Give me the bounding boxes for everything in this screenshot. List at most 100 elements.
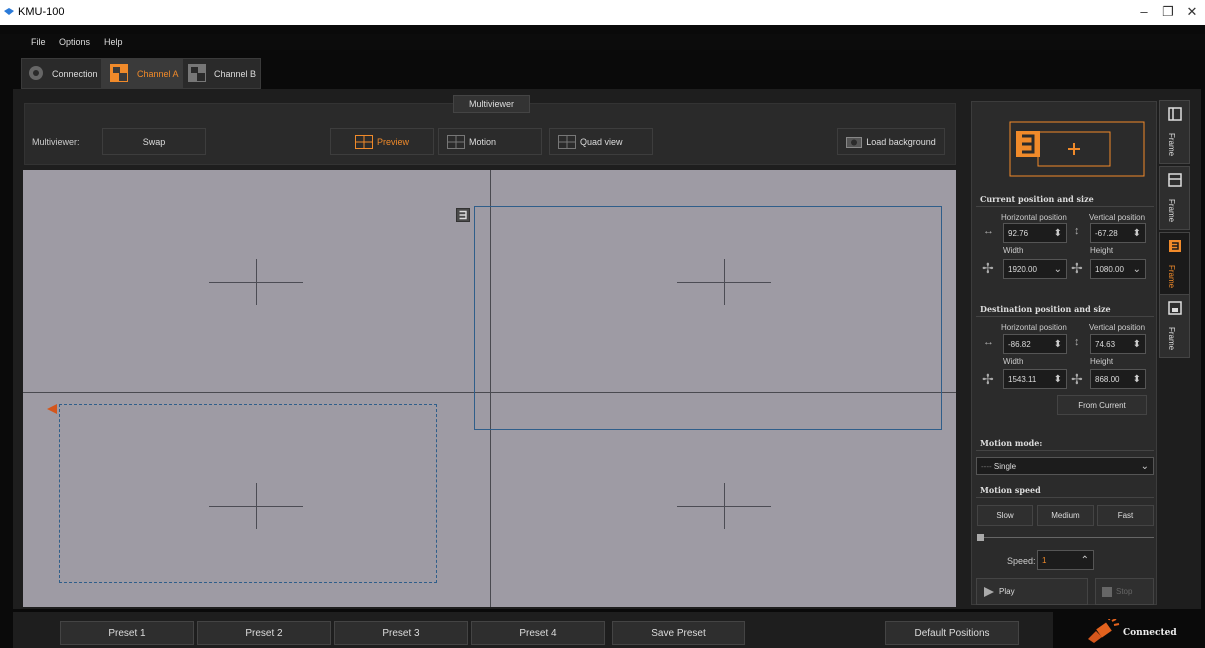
restore-button[interactable]: ❐	[1160, 4, 1176, 20]
preset-2-button[interactable]: Preset 2	[197, 621, 331, 645]
horizontal-arrow-icon: ↔	[983, 336, 994, 348]
stop-button[interactable]: Stop	[1095, 578, 1154, 605]
preset-3-label: Preset 3	[382, 627, 420, 639]
spin-icon[interactable]: ⬍	[1133, 224, 1141, 243]
tab-channel-b-label: Channel B	[214, 69, 257, 79]
current-h-value: 92.76	[1008, 229, 1029, 238]
speed-slider-track[interactable]	[977, 537, 1154, 538]
spin-icon[interactable]: ⬍	[1133, 335, 1141, 354]
grid-icon	[558, 134, 576, 149]
current-height-value: 1080.00	[1095, 265, 1124, 274]
load-background-button[interactable]: Load background	[837, 128, 945, 155]
current-height-input[interactable]: 1080.00 ⌄	[1090, 259, 1146, 279]
dest-height-label: Height	[1090, 357, 1114, 366]
chevron-up-icon[interactable]: ⌃	[1081, 551, 1089, 570]
channel-b-icon	[188, 64, 206, 82]
side-tab-frame-3[interactable]: Frame	[1159, 232, 1190, 296]
tab-channel-a[interactable]: Channel A	[102, 58, 182, 89]
grid-icon	[354, 134, 373, 149]
dest-h-label: Horizontal position	[1001, 323, 1067, 332]
save-preset-button[interactable]: Save Preset	[612, 621, 745, 645]
app-logo-icon	[4, 8, 14, 15]
vertical-arrow-icon: ↕	[1074, 336, 1080, 348]
side-tab-label: Frame	[1167, 265, 1176, 289]
preset-1-label: Preset 1	[108, 627, 146, 639]
channel-a-icon	[110, 64, 128, 82]
current-height-label: Height	[1090, 246, 1114, 255]
horizontal-arrow-icon: ↔	[983, 225, 994, 237]
side-tab-frame-2[interactable]: Frame	[1159, 166, 1190, 230]
dest-v-value: 74.63	[1095, 340, 1116, 349]
from-current-label: From Current	[1078, 400, 1126, 410]
load-background-label: Load background	[866, 136, 936, 147]
current-h-input[interactable]: 92.76 ⬍	[1003, 223, 1067, 243]
minimize-button[interactable]: –	[1136, 4, 1152, 20]
preset-3-button[interactable]: Preset 3	[334, 621, 468, 645]
motion-speed-heading: Motion speed	[976, 482, 1154, 498]
speed-input[interactable]: 1 ⌃	[1037, 550, 1094, 570]
multiviewer-canvas[interactable]	[23, 170, 956, 607]
move-icon: ✢	[982, 371, 994, 387]
spin-icon[interactable]: ⬍	[1054, 224, 1062, 243]
dest-height-value: 868.00	[1095, 375, 1120, 384]
quad-view-label: Quad view	[580, 136, 623, 147]
swap-button[interactable]: Swap	[102, 128, 206, 155]
medium-button[interactable]: Medium	[1037, 505, 1094, 526]
dest-height-input[interactable]: 868.00 ⬍	[1090, 369, 1146, 389]
fast-button[interactable]: Fast	[1097, 505, 1154, 526]
play-icon	[984, 586, 994, 597]
motion-mode-select[interactable]: ---- Single ⌄	[976, 457, 1154, 475]
stop-label: Stop	[1116, 587, 1133, 596]
spin-icon[interactable]: ⬍	[1054, 335, 1062, 354]
stop-icon	[1102, 586, 1112, 597]
chevron-down-icon[interactable]: ⌄	[1133, 260, 1141, 279]
preview-button[interactable]: Preview	[330, 128, 434, 155]
side-tab-frame-1[interactable]: Frame	[1159, 100, 1190, 164]
close-button[interactable]: ✕	[1184, 4, 1200, 20]
side-tab-frame-4[interactable]: Frame	[1159, 294, 1190, 358]
camera-icon	[846, 136, 863, 148]
dest-v-input[interactable]: 74.63 ⬍	[1090, 334, 1146, 354]
preset-4-button[interactable]: Preset 4	[471, 621, 605, 645]
dest-h-input[interactable]: -86.82 ⬍	[1003, 334, 1067, 354]
menu-options[interactable]: Options	[59, 37, 90, 47]
spin-icon[interactable]: ⬍	[1054, 370, 1062, 389]
frame-marker-icon	[456, 208, 470, 222]
multiviewer-tab[interactable]: Multiviewer	[453, 95, 530, 113]
slow-label: Slow	[996, 511, 1014, 520]
current-v-input[interactable]: -67.28 ⬍	[1090, 223, 1146, 243]
dest-v-label: Vertical position	[1089, 323, 1146, 332]
move-icon: ✢	[1071, 371, 1083, 387]
multiviewer-label: Multiviewer:	[32, 137, 80, 147]
current-width-input[interactable]: 1920.00 ⌄	[1003, 259, 1067, 279]
connection-plug-icon	[1088, 619, 1120, 643]
slow-button[interactable]: Slow	[977, 505, 1033, 526]
speed-label: Speed:	[1007, 556, 1036, 566]
frame-icon	[1168, 301, 1182, 315]
menu-file[interactable]: File	[31, 37, 46, 47]
tab-connection[interactable]: Connection	[21, 58, 102, 89]
current-frame[interactable]	[474, 206, 942, 430]
crosshair-bottom-right	[677, 483, 771, 529]
motion-button[interactable]: Motion	[438, 128, 542, 155]
destination-frame[interactable]	[59, 404, 437, 583]
medium-label: Medium	[1051, 511, 1080, 520]
spin-icon[interactable]: ⬍	[1133, 370, 1141, 389]
current-width-value: 1920.00	[1008, 265, 1037, 274]
tab-connection-label: Connection	[52, 69, 98, 79]
tab-channel-a-label: Channel A	[137, 69, 179, 79]
from-current-button[interactable]: From Current	[1057, 395, 1147, 415]
menu-help[interactable]: Help	[104, 37, 123, 47]
dest-width-input[interactable]: 1543.11 ⬍	[1003, 369, 1067, 389]
speed-slider-handle[interactable]	[977, 534, 984, 541]
chevron-down-icon[interactable]: ⌄	[1054, 260, 1062, 279]
swap-label: Swap	[142, 136, 166, 147]
tab-channel-b[interactable]: Channel B	[182, 58, 261, 89]
play-button[interactable]: Play	[976, 578, 1088, 605]
preset-1-button[interactable]: Preset 1	[60, 621, 194, 645]
quad-view-button[interactable]: Quad view	[549, 128, 653, 155]
dash-icon: ----	[981, 462, 994, 471]
default-positions-button[interactable]: Default Positions	[885, 621, 1019, 645]
title-bar: KMU-100 – ❐ ✕	[0, 0, 1205, 25]
side-tab-label: Frame	[1167, 199, 1176, 223]
